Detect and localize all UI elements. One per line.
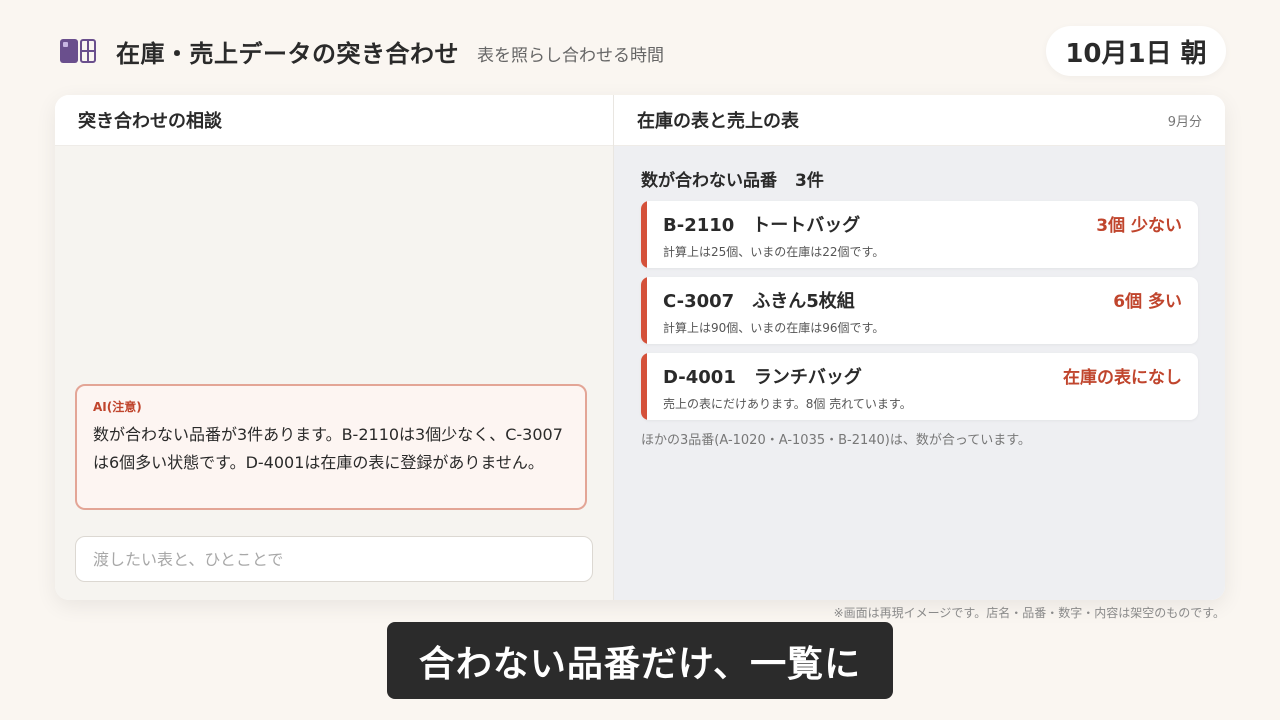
item-code: D-4001 [663, 367, 736, 388]
item-code: B-2110 [663, 215, 735, 236]
mismatch-section-label: 数が合わない品番 [641, 171, 777, 191]
main-card: 突き合わせの相談 AI(注意) 数が合わない品番が3件あります。B-2110は3… [55, 95, 1225, 600]
item-name: トートバッグ [752, 215, 861, 236]
consult-panel-header: 突き合わせの相談 [55, 95, 613, 146]
item-diff: 3個 少ない [1096, 216, 1182, 236]
video-caption: 合わない品番だけ、一覧に [387, 622, 893, 699]
item-name: ランチバッグ [753, 367, 862, 388]
chat-area: AI(注意) 数が合わない品番が3件あります。B-2110は3個少なく、C-30… [55, 146, 613, 600]
consult-panel: 突き合わせの相談 AI(注意) 数が合わない品番が3件あります。B-2110は3… [55, 95, 614, 600]
disclaimer: ※画面は再現イメージです。店名・品番・数字・内容は架空のものです。 [833, 606, 1225, 620]
mismatch-count: 3件 [795, 171, 824, 191]
comparison-body: 数が合わない品番 3件 B-2110 トートバッグ 3個 少ない 計算上は25個、い… [614, 146, 1225, 600]
mismatch-item[interactable]: D-4001 ランチバッグ 在庫の表になし 売上の表にだけあります。8個 売れてい… [641, 353, 1198, 420]
chat-input[interactable] [75, 536, 593, 582]
ai-warning-message: AI(注意) 数が合わない品番が3件あります。B-2110は3個少なく、C-30… [75, 384, 587, 510]
mismatch-item[interactable]: B-2110 トートバッグ 3個 少ない 計算上は25個、いまの在庫は22個です。 [641, 201, 1198, 268]
period-label: 9月分 [1167, 114, 1202, 130]
table-grid-icon [60, 39, 96, 63]
comparison-panel: 在庫の表と売上の表 9月分 数が合わない品番 3件 B-2110 トートバッグ 3個… [614, 95, 1225, 600]
item-diff: 6個 多い [1113, 292, 1182, 312]
page-title: 在庫・売上データの突き合わせ [116, 39, 459, 68]
item-detail: 売上の表にだけあります。8個 売れています。 [663, 397, 912, 411]
consult-panel-title: 突き合わせの相談 [78, 111, 222, 132]
page-subtitle: 表を照らし合わせる時間 [477, 45, 664, 66]
ai-message-text: 数が合わない品番が3件あります。B-2110は3個少なく、C-3007は6個多い… [93, 425, 563, 472]
item-detail: 計算上は25個、いまの在庫は22個です。 [663, 245, 885, 259]
item-detail: 計算上は90個、いまの在庫は96個です。 [663, 321, 885, 335]
ai-message-label: AI(注意) [93, 400, 142, 414]
comparison-panel-header: 在庫の表と売上の表 9月分 [614, 95, 1225, 146]
item-name: ふきん5枚組 [752, 291, 855, 312]
mismatch-section-title: 数が合わない品番 3件 [641, 166, 1198, 191]
item-diff: 在庫の表になし [1063, 368, 1182, 388]
comparison-panel-title: 在庫の表と売上の表 [637, 111, 799, 132]
item-code: C-3007 [663, 291, 735, 312]
mismatch-item[interactable]: C-3007 ふきん5枚組 6個 多い 計算上は90個、いまの在庫は96個です。 [641, 277, 1198, 344]
app-header: 在庫・売上データの突き合わせ 表を照らし合わせる時間 [60, 30, 664, 72]
date-badge: 10月1日 朝 [1046, 26, 1226, 76]
matched-items-note: ほかの3品番(A-1020・A-1035・B-2140)は、数が合っています。 [641, 433, 1031, 448]
